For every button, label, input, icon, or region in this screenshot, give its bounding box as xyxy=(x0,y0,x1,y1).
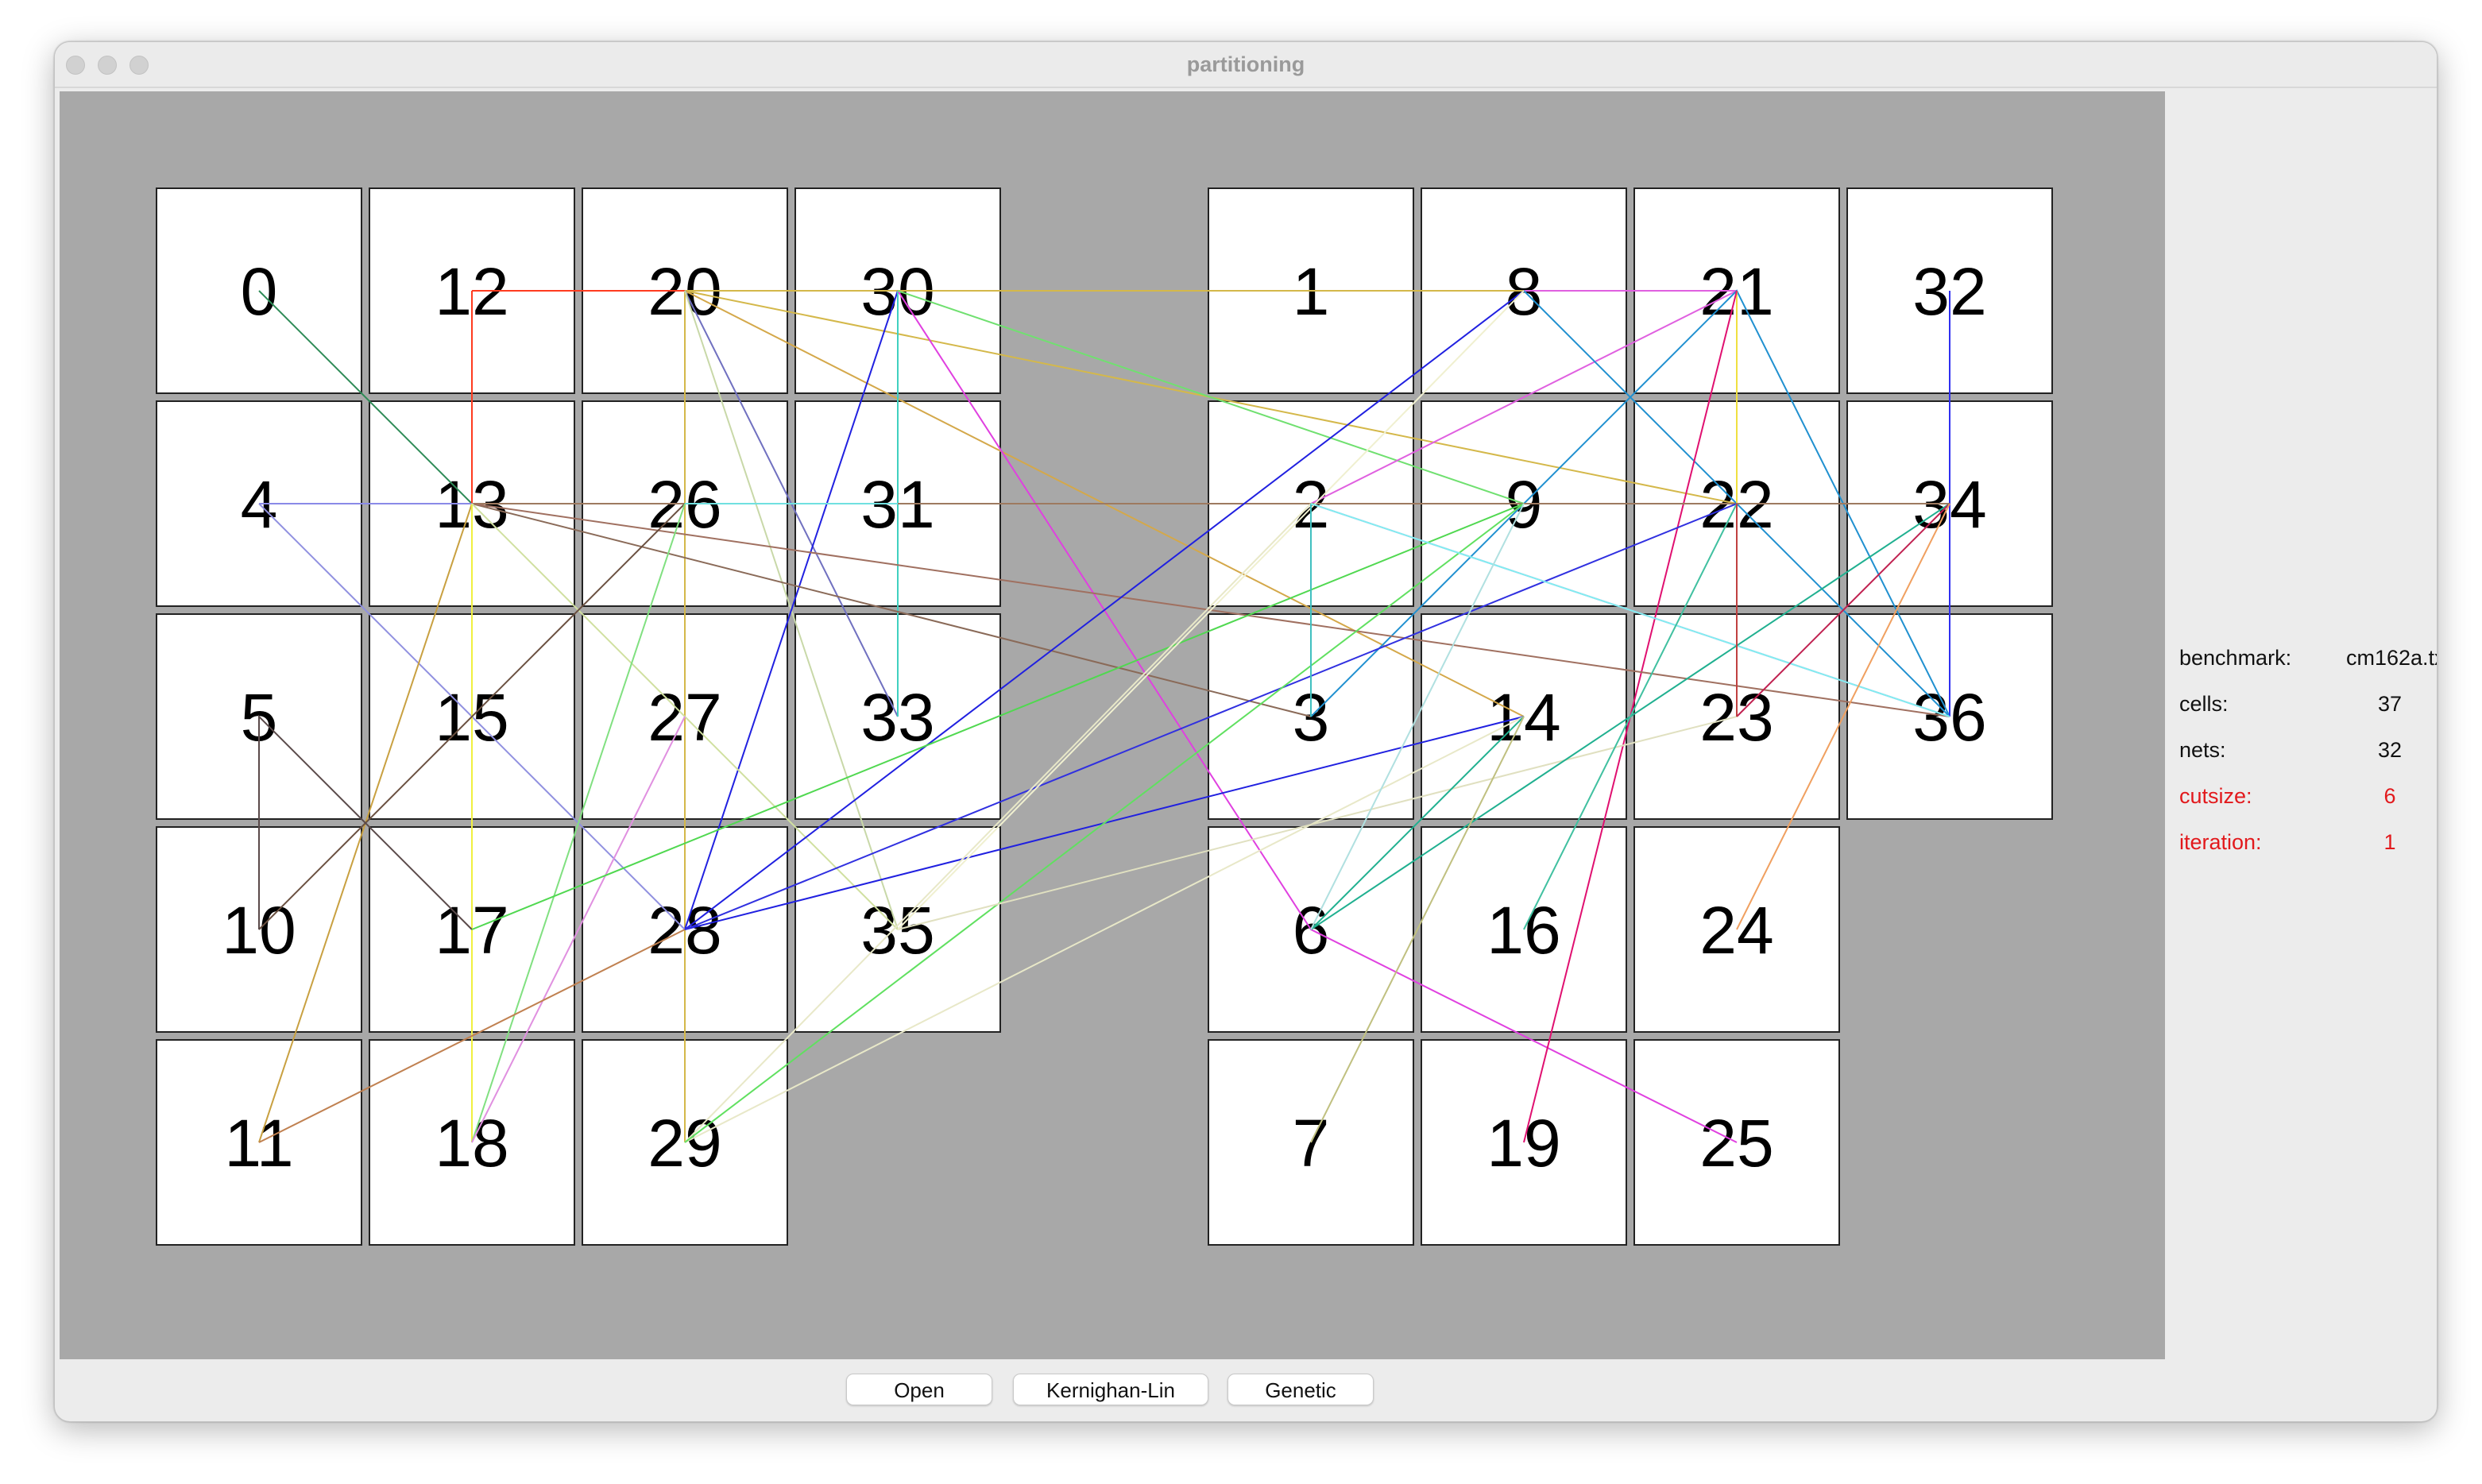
stat-value: 6 xyxy=(2383,784,2396,808)
stat-value: 37 xyxy=(2377,692,2403,716)
cell-label: 24 xyxy=(1699,893,1773,968)
stat-label: benchmark: xyxy=(2179,646,2292,670)
stat-row-iteration: iteration: 1 xyxy=(2179,830,2434,862)
window-title: partitioning xyxy=(1186,52,1305,76)
kernighan-lin-button[interactable]: Kernighan-Lin xyxy=(1013,1374,1208,1405)
stat-value: 32 xyxy=(2377,738,2403,762)
open-button[interactable]: Open xyxy=(846,1374,992,1405)
genetic-button[interactable]: Genetic xyxy=(1227,1374,1374,1405)
stat-label: cutsize: xyxy=(2179,784,2252,808)
stat-label: nets: xyxy=(2179,738,2226,762)
partition-canvas: 0 12 20 30 1 8 21 32 4 13 26 31 2 9 22 34 5 15 27 33 3 14 23 36… xyxy=(60,91,2165,1359)
stat-row-nets: nets: 32 xyxy=(2179,738,2434,770)
cell-label: 11 xyxy=(224,1106,293,1181)
stat-row-cells: cells: 37 xyxy=(2179,692,2434,724)
stat-row-cutsize: cutsize: 6 xyxy=(2179,784,2434,816)
title-bar[interactable]: partitioning xyxy=(55,42,2437,88)
stat-label: iteration: xyxy=(2179,830,2262,854)
placement-board: 0 12 20 30 1 8 21 324 13 26 31 2 9 22 345 15 27 33 3 14 23 36… xyxy=(156,187,2053,1246)
app-window: partitioning 0 12 20 30 1 8 21 32 4 13 26 31 2 9 22 34 5… xyxy=(54,41,2438,1422)
cell-label: 16 xyxy=(1486,893,1560,968)
button-bar: Open Kernighan-Lin Genetic xyxy=(55,1374,2437,1409)
stat-label: cells: xyxy=(2179,692,2229,716)
stat-value: 1 xyxy=(2383,830,2396,854)
stat-value: cm162a.txt xyxy=(2346,646,2437,670)
cell-label: 19 xyxy=(1486,1106,1560,1181)
cell-layer: 0 12 20 30 1 8 21 324 13 26 31 2 9 22 345 15 27 33 3 14 23 36… xyxy=(156,187,2053,1246)
cell-label: 25 xyxy=(1699,1106,1773,1181)
stat-row-benchmark: benchmark: cm162a.txt xyxy=(2179,646,2437,678)
